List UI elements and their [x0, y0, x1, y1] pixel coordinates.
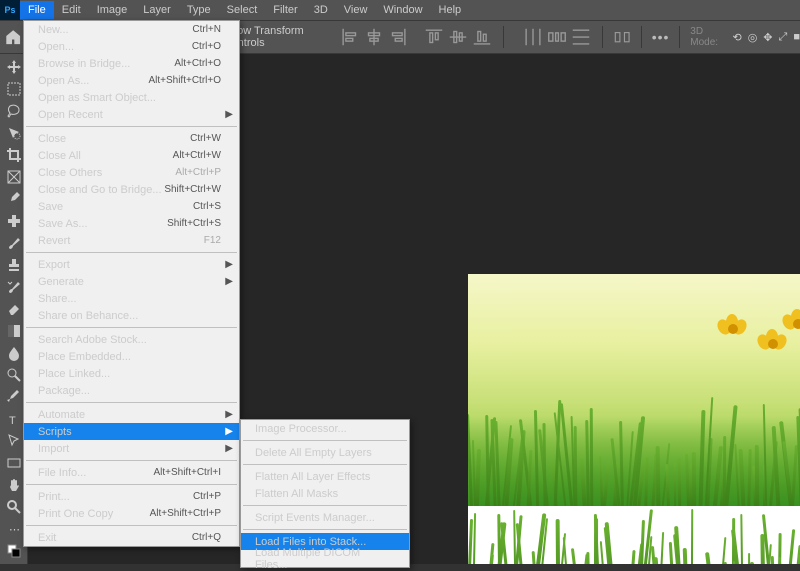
file-menu-import[interactable]: Import▶: [24, 440, 239, 457]
file-menu-open-as[interactable]: Open As...Alt+Shift+Ctrl+O: [24, 72, 239, 89]
menu-view[interactable]: View: [336, 1, 376, 19]
file-menu-close-all[interactable]: Close AllAlt+Ctrl+W: [24, 147, 239, 164]
file-menu-exit[interactable]: ExitCtrl+Q: [24, 529, 239, 546]
file-menu-open-recent[interactable]: Open Recent▶: [24, 106, 239, 123]
scripts-submenu-dropdown: Image Processor... Delete All Empty Layer…: [240, 419, 410, 568]
zoom-3d-icon[interactable]: ■: [793, 31, 800, 44]
file-menu-close-and-go-to-bridge[interactable]: Close and Go to Bridge...Shift+Ctrl+W: [24, 181, 239, 198]
scripts-menu-load-multiple-dicom-files[interactable]: Load Multiple DICOM Files...: [241, 550, 409, 567]
file-menu-close-others: Close OthersAlt+Ctrl+P: [24, 164, 239, 181]
file-menu-place-linked[interactable]: Place Linked...: [24, 365, 239, 382]
file-menu-print-one-copy[interactable]: Print One CopyAlt+Shift+Ctrl+P: [24, 505, 239, 522]
align-right-icon[interactable]: [387, 26, 409, 48]
align-bottom-icon[interactable]: [471, 26, 493, 48]
file-menu-print[interactable]: Print...Ctrl+P: [24, 488, 239, 505]
file-menu-save-as[interactable]: Save As...Shift+Ctrl+S: [24, 215, 239, 232]
align-center-h-icon[interactable]: [363, 26, 385, 48]
svg-text:⋯: ⋯: [9, 524, 20, 536]
file-menu-generate[interactable]: Generate▶: [24, 273, 239, 290]
scripts-menu-script-events-manager[interactable]: Script Events Manager...: [241, 509, 409, 526]
file-menu-share[interactable]: Share...: [24, 290, 239, 307]
menu-3d[interactable]: 3D: [306, 1, 336, 19]
align-top-icon[interactable]: [423, 26, 445, 48]
mode3d-label: 3D Mode:: [690, 26, 726, 48]
file-menu-place-embedded[interactable]: Place Embedded...: [24, 348, 239, 365]
menu-select[interactable]: Select: [219, 1, 266, 19]
menu-window[interactable]: Window: [375, 1, 430, 19]
app-logo: Ps: [0, 0, 20, 20]
orbit-3d-icon[interactable]: ⟲: [732, 31, 741, 44]
menu-type[interactable]: Type: [179, 1, 219, 19]
file-menu-dropdown: New...Ctrl+NOpen...Ctrl+OBrowse in Bridg…: [23, 20, 240, 547]
distribute-v-icon[interactable]: [570, 26, 592, 48]
file-menu-new[interactable]: New...Ctrl+N: [24, 21, 239, 38]
menu-image[interactable]: Image: [89, 1, 136, 19]
file-menu-export[interactable]: Export▶: [24, 256, 239, 273]
align-left-icon[interactable]: [339, 26, 361, 48]
more-options-icon[interactable]: •••: [652, 29, 670, 45]
menu-file[interactable]: File: [20, 1, 54, 19]
menu-layer[interactable]: Layer: [135, 1, 179, 19]
file-menu-share-on-behance[interactable]: Share on Behance...: [24, 307, 239, 324]
menubar: Ps FileEditImageLayerTypeSelectFilter3DV…: [0, 0, 800, 20]
svg-text:T: T: [9, 415, 16, 427]
menu-help[interactable]: Help: [431, 1, 470, 19]
align-center-v-icon[interactable]: [447, 26, 469, 48]
document-window[interactable]: [468, 274, 800, 564]
file-menu-browse-in-bridge[interactable]: Browse in Bridge...Alt+Ctrl+O: [24, 55, 239, 72]
menu-filter[interactable]: Filter: [265, 1, 305, 19]
distribute-spacing-icon[interactable]: [613, 26, 631, 48]
file-menu-search-adobe-stock[interactable]: Search Adobe Stock...: [24, 331, 239, 348]
scripts-menu-delete-all-empty-layers[interactable]: Delete All Empty Layers: [241, 444, 409, 461]
pan-3d-icon[interactable]: ✥: [763, 31, 772, 44]
menu-edit[interactable]: Edit: [54, 1, 89, 19]
home-button[interactable]: [4, 26, 22, 48]
file-menu-close[interactable]: CloseCtrl+W: [24, 130, 239, 147]
file-menu-package: Package...: [24, 382, 239, 399]
distribute-h2-icon[interactable]: [546, 26, 568, 48]
scripts-menu-image-processor[interactable]: Image Processor...: [241, 420, 409, 437]
scripts-menu-flatten-all-layer-effects[interactable]: Flatten All Layer Effects: [241, 468, 409, 485]
file-menu-file-info[interactable]: File Info...Alt+Shift+Ctrl+I: [24, 464, 239, 481]
distribute-h-icon[interactable]: [522, 26, 544, 48]
scripts-menu-flatten-all-masks[interactable]: Flatten All Masks: [241, 485, 409, 502]
roll-3d-icon[interactable]: ◎: [748, 31, 758, 44]
file-menu-open[interactable]: Open...Ctrl+O: [24, 38, 239, 55]
file-menu-save[interactable]: SaveCtrl+S: [24, 198, 239, 215]
file-menu-revert: RevertF12: [24, 232, 239, 249]
file-menu-automate[interactable]: Automate▶: [24, 406, 239, 423]
slide-3d-icon[interactable]: ⤢: [779, 31, 788, 44]
file-menu-scripts[interactable]: Scripts▶: [24, 423, 239, 440]
file-menu-open-as-smart-object[interactable]: Open as Smart Object...: [24, 89, 239, 106]
